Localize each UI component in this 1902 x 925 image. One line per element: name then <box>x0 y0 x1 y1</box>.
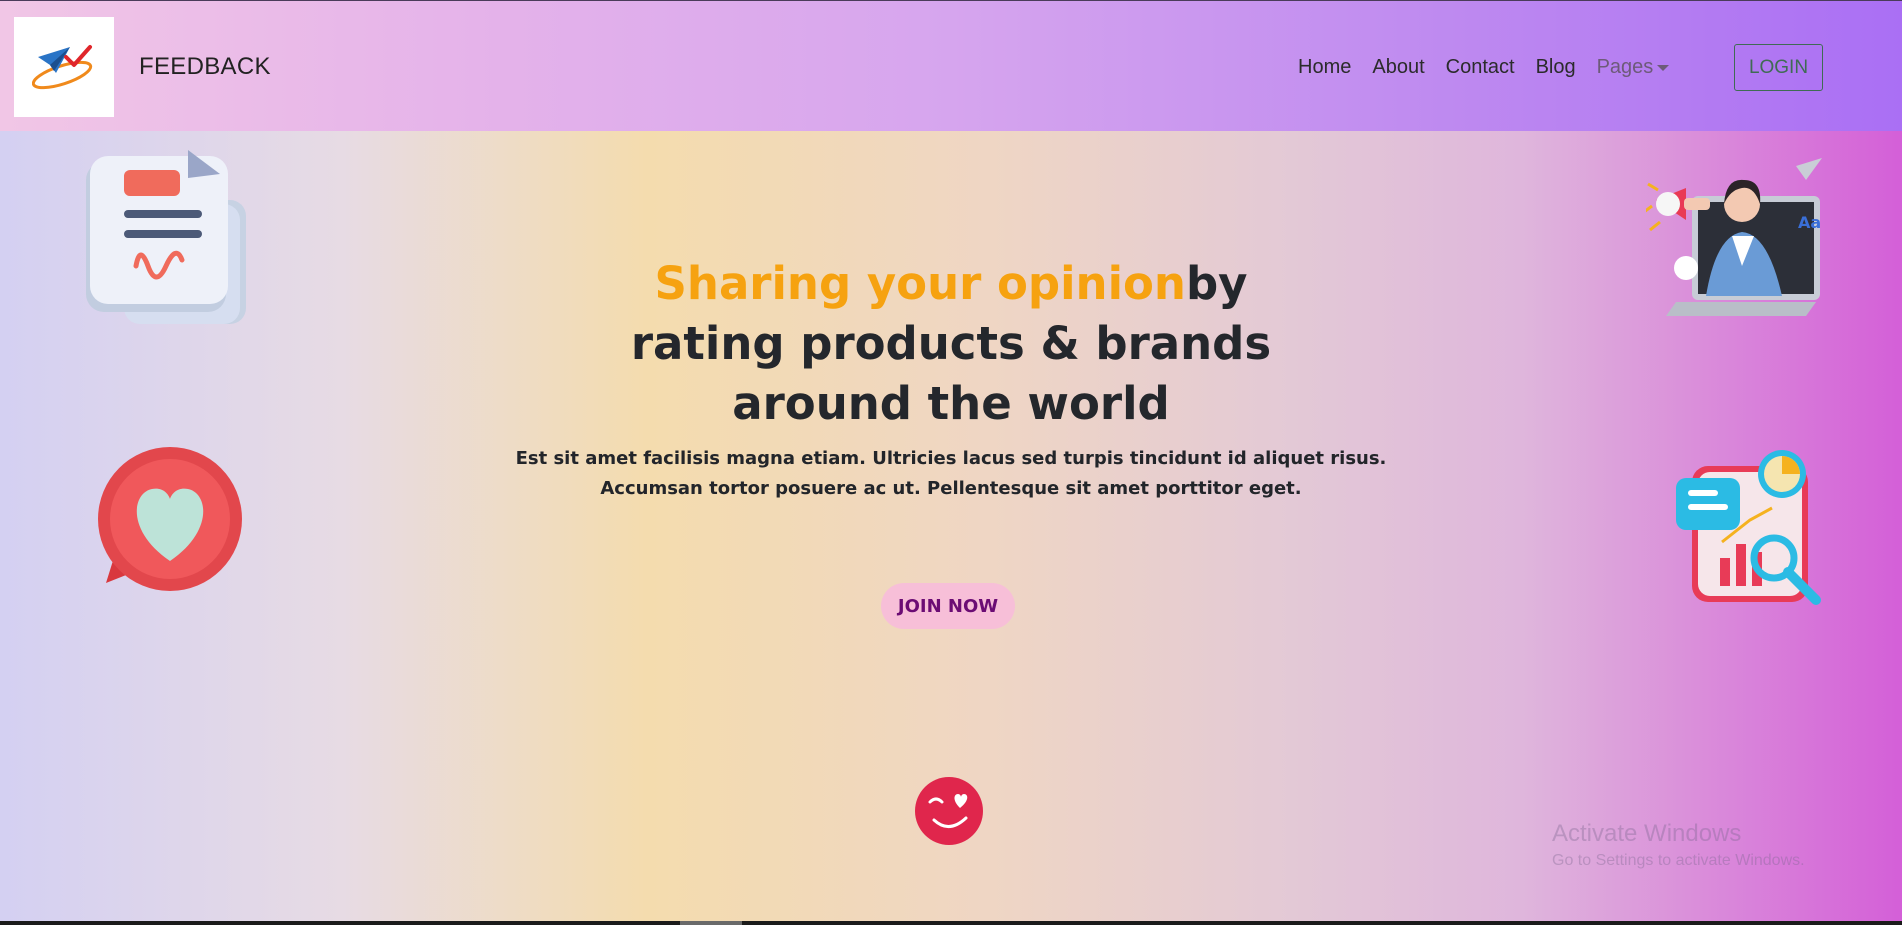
bottom-edge <box>0 921 1902 925</box>
brand-name[interactable]: FEEDBACK <box>139 53 271 81</box>
landing-page: FEEDBACK Home About Contact Blog Pages L… <box>0 0 1902 921</box>
heart-chat-bubble-icon <box>98 447 242 591</box>
scrollbar-thumb[interactable] <box>680 921 742 925</box>
nav-pages-label: Pages <box>1596 56 1654 78</box>
hero-title-line-3: around the world <box>732 377 1170 430</box>
navbar: FEEDBACK Home About Contact Blog Pages L… <box>0 0 1902 131</box>
nav-home[interactable]: Home <box>1298 56 1351 79</box>
activate-windows-hint: Go to Settings to activate Windows. <box>1552 852 1805 869</box>
hero-title: Sharing your opinionby rating products &… <box>551 254 1351 434</box>
caret-down-icon <box>1657 64 1670 71</box>
document-icon <box>86 150 246 324</box>
activate-windows-title: Activate Windows <box>1552 820 1742 847</box>
nav-pages-dropdown[interactable]: Pages <box>1597 56 1670 79</box>
nav-about[interactable]: About <box>1372 56 1424 79</box>
hero-subtitle-line-2: Accumsan tortor posuere ac ut. Pellentes… <box>600 478 1302 499</box>
wink-heart-emoji-icon[interactable] <box>914 776 984 846</box>
logo[interactable] <box>14 17 114 117</box>
hero-title-line-2: rating products & brands <box>630 317 1272 370</box>
login-button[interactable]: LOGIN <box>1734 44 1823 91</box>
join-now-button[interactable]: JOIN NOW <box>881 583 1015 629</box>
nav-contact[interactable]: Contact <box>1446 56 1515 79</box>
woman-megaphone-laptop-icon: Aa <box>1646 158 1822 316</box>
nav-blog[interactable]: Blog <box>1536 56 1576 79</box>
svg-text:Aa: Aa <box>1798 213 1821 232</box>
nav-links: Home About Contact Blog Pages <box>1298 56 1690 79</box>
hero-subtitle-line-1: Est sit amet facilisis magna etiam. Ultr… <box>515 448 1387 469</box>
paper-plane-check-logo-icon <box>32 45 93 90</box>
analytics-chart-magnifier-icon <box>1676 450 1821 605</box>
hero-subtitle: Est sit amet facilisis magna etiam. Ultr… <box>451 444 1451 504</box>
hero-title-highlight: Sharing your opinion <box>654 257 1186 310</box>
hero-title-by: by <box>1185 257 1248 310</box>
